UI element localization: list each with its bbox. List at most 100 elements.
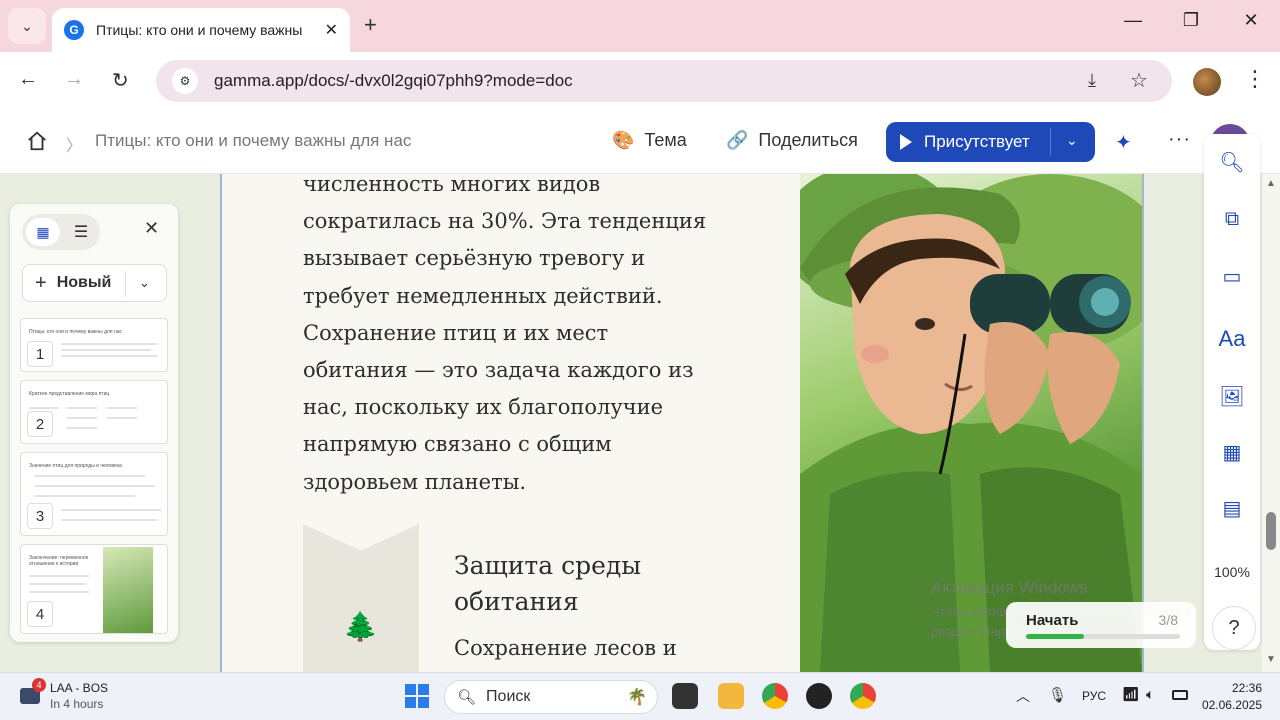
text-style-icon[interactable]: Aa (1218, 326, 1246, 352)
new-divider (125, 271, 126, 297)
video-icon[interactable]: ▦ (1218, 440, 1246, 465)
file-explorer-icon[interactable] (718, 683, 744, 709)
body-line: обитания — это задача каждого из (303, 358, 694, 383)
widget-title[interactable]: LAA - BOS (50, 681, 108, 695)
image-icon[interactable]: 🖼︎ (1218, 384, 1246, 409)
body-line: напрямую связано с общим (303, 432, 612, 457)
card-view-icon[interactable]: ▦ (26, 218, 60, 246)
close-panel-icon[interactable]: ✕ (144, 218, 159, 239)
taskbar-search[interactable]: 🔍︎ Поиск 🌴 (444, 680, 658, 714)
breadcrumb-chevron-icon: 〉 (66, 138, 83, 155)
theme-button[interactable]: 🎨 Тема (612, 130, 687, 151)
ai-sparkle-icon[interactable]: ✦ (1115, 130, 1132, 155)
palette-icon: 🎨 (612, 130, 635, 150)
task-view-icon[interactable] (672, 683, 698, 709)
help-button[interactable]: ? (1212, 606, 1256, 650)
search-icon: 🔍︎ (457, 689, 477, 706)
clock-date[interactable]: 02.06.2025 (1200, 698, 1262, 712)
browser-tab[interactable]: G Птицы: кто они и почему важны ✕ (52, 8, 350, 52)
thumbnail-title: Краткое представление мира птиц (29, 391, 110, 397)
body-line: здоровьем планеты. (303, 469, 527, 494)
embed-icon[interactable]: ▤ (1218, 496, 1246, 521)
layout-icon[interactable]: ▭ (1218, 264, 1246, 289)
widget-subtitle: In 4 hours (50, 697, 104, 711)
browser-menu-icon[interactable]: ⋮ (1244, 66, 1266, 92)
scroll-down-icon[interactable]: ▼ (1266, 654, 1276, 665)
slide-number: 4 (27, 601, 53, 627)
present-options-chevron-icon[interactable]: ⌄ (1066, 132, 1078, 149)
progress-count: 3/8 (1158, 612, 1178, 628)
scrollbar-thumb[interactable] (1266, 512, 1276, 550)
body-line: сократилась на 30%. Эта тенденция (303, 209, 707, 234)
slide-thumbnail[interactable]: Значение птиц для природы и человека 3 (20, 452, 168, 536)
install-app-icon[interactable]: ⤓ (1088, 70, 1096, 91)
present-label: Присутствует (924, 132, 1030, 151)
slide-number: 3 (27, 503, 53, 529)
thumbnail-title: Заключение: переменное отношение к истор… (29, 555, 89, 567)
slide-thumbnail[interactable]: Птицы: кто они и почему важны для нас 1 (20, 318, 168, 372)
notification-badge: 4 (32, 678, 46, 692)
chrome-icon[interactable] (850, 683, 876, 709)
slide-thumbnail[interactable]: Краткое представление мира птиц 2 (20, 380, 168, 444)
present-button[interactable]: Присутствует ⌄ (886, 122, 1095, 162)
windows-start-icon[interactable] (405, 684, 429, 708)
forward-icon[interactable]: → (64, 68, 84, 91)
input-language[interactable]: РУС (1082, 689, 1106, 703)
tray-overflow-icon[interactable]: ︿ (1016, 686, 1030, 706)
chrome-profile-icon[interactable] (762, 683, 788, 709)
close-tab-icon[interactable]: ✕ (325, 20, 338, 40)
trees-icon: 🌲 (343, 611, 378, 642)
plus-icon: + (35, 271, 47, 294)
new-options-chevron-icon[interactable]: ⌄ (139, 275, 150, 291)
zoom-level[interactable]: 100% (1204, 564, 1260, 580)
profile-avatar[interactable] (1193, 68, 1221, 96)
close-window-icon[interactable]: ✕ (1236, 10, 1266, 31)
list-view-icon[interactable]: ☰ (66, 218, 96, 246)
body-line: Сохранение птиц и их мест (303, 320, 609, 345)
clock-time[interactable]: 22:36 (1212, 681, 1262, 695)
site-info-icon[interactable]: ⚙ (172, 68, 198, 94)
new-card-button[interactable]: + Новый ⌄ (22, 264, 167, 302)
add-card-icon[interactable]: ⧉ (1218, 208, 1246, 231)
card-heading[interactable]: Защита среды обитания (454, 548, 714, 620)
microphone-icon[interactable]: 🎙︎ (1048, 686, 1067, 704)
address-bar[interactable]: ⚙ gamma.app/docs/-dvx0l2gqi07phh9?mode=d… (156, 60, 1172, 102)
breadcrumb[interactable]: Птицы: кто они и почему важны для нас (95, 131, 411, 151)
body-paragraph[interactable]: численность многих видов сократилась на … (303, 166, 773, 501)
bookmark-star-icon[interactable]: ☆ (1130, 68, 1148, 93)
home-icon[interactable] (26, 130, 48, 152)
palm-tree-icon: 🌴 (627, 689, 647, 706)
restore-icon[interactable]: ❐ (1176, 10, 1206, 31)
play-icon (900, 134, 912, 150)
battery-icon[interactable] (1172, 690, 1188, 700)
tab-search-chevron-icon[interactable]: ⌄ (8, 8, 46, 44)
url-text: gamma.app/docs/-dvx0l2gqi07phh9?mode=doc (214, 71, 573, 90)
body-line: численность многих видов (303, 172, 601, 196)
body-line: вызывает серьёзную тревогу и (303, 246, 646, 271)
gamma-favicon-icon: G (64, 20, 84, 40)
slide-number: 1 (27, 341, 53, 367)
present-divider (1050, 128, 1051, 156)
onboarding-progress[interactable]: Начать 3/8 (1006, 602, 1196, 648)
body-line: нас, поскольку их благополучие (303, 395, 664, 420)
thumbnail-title: Значение птиц для природы и человека (29, 463, 122, 469)
slide-thumbnail[interactable]: Заключение: переменное отношение к истор… (20, 544, 168, 634)
wifi-icon[interactable]: 📶︎ (1122, 686, 1140, 703)
taskbar-search-placeholder: Поиск (486, 688, 531, 705)
activation-watermark-title: Активация Windows (931, 578, 1088, 597)
more-options-icon[interactable]: ··· (1168, 128, 1191, 151)
new-tab-icon[interactable]: + (364, 12, 377, 38)
share-button[interactable]: 🔗 Поделиться (726, 130, 858, 151)
thumbnail-image (103, 547, 153, 633)
card-text[interactable]: Сохранение лесов и (454, 636, 677, 660)
minimize-icon[interactable]: — (1118, 10, 1148, 31)
search-icon[interactable]: 🔍︎ (1218, 150, 1246, 175)
reload-icon[interactable]: ↻ (112, 68, 129, 93)
scroll-up-icon[interactable]: ▲ (1266, 178, 1276, 189)
back-icon[interactable]: ← (18, 68, 38, 91)
new-label: Новый (56, 274, 112, 291)
body-line: требует немедленных действий. (303, 283, 663, 308)
volume-icon[interactable]: 🔈︎ (1146, 686, 1154, 703)
thumbnail-title: Птицы: кто они и почему важны для нас (29, 329, 123, 335)
obs-icon[interactable] (806, 683, 832, 709)
